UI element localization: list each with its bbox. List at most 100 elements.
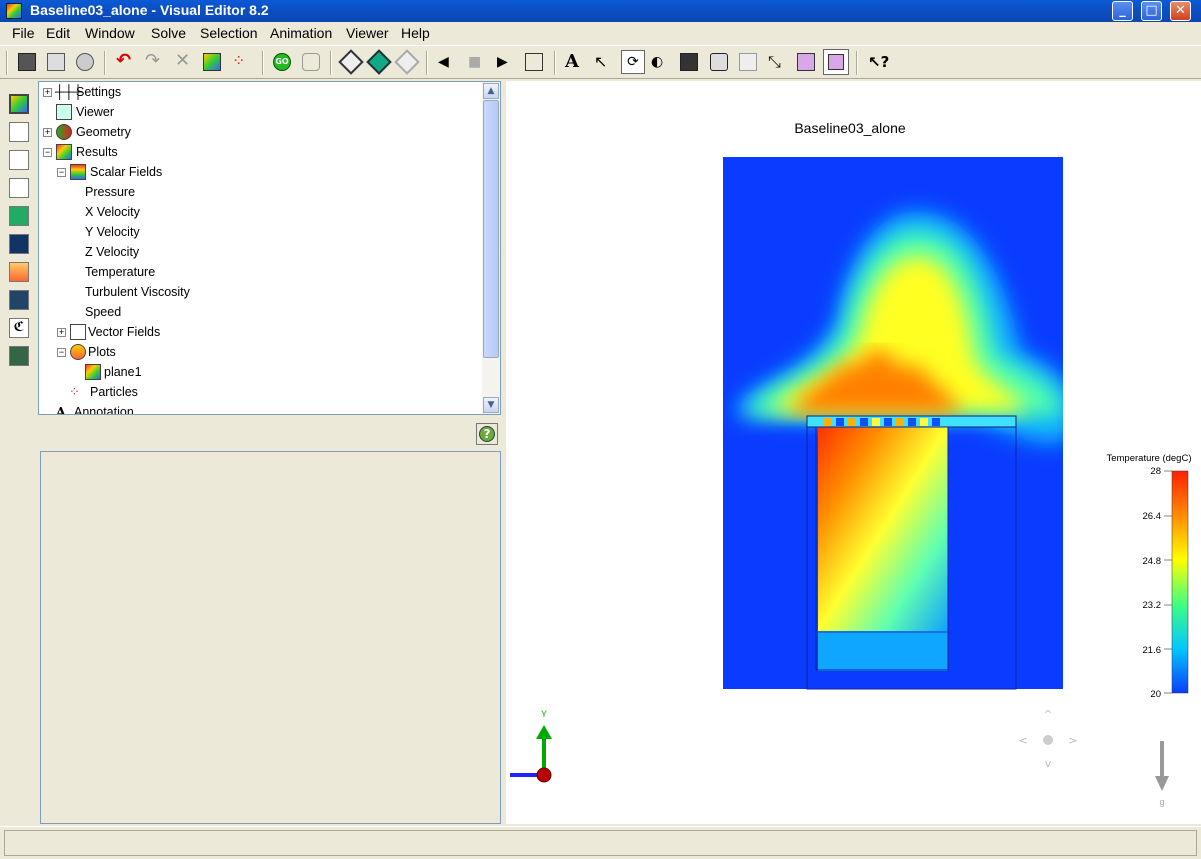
add-text-icon[interactable]: A	[565, 53, 583, 71]
toolbar-separator	[856, 51, 858, 75]
menu-edit[interactable]: Edit	[46, 25, 70, 41]
look-icon[interactable]: ◐	[651, 53, 669, 71]
results-icon	[56, 144, 72, 160]
box-view-icon[interactable]	[823, 49, 849, 75]
tree-icon[interactable]	[9, 206, 29, 226]
tree-item-temperature[interactable]: Temperature	[85, 263, 155, 281]
legend-tick: 26.4	[1143, 511, 1162, 522]
pan-right-icon[interactable]: >	[1068, 734, 1077, 747]
undo-icon[interactable]: ↶	[116, 52, 138, 71]
menu-window[interactable]: Window	[85, 25, 135, 41]
tree-item-speed[interactable]: Speed	[85, 303, 121, 321]
maximize-button[interactable]: □	[1141, 1, 1162, 21]
axis-triad: Y	[510, 709, 552, 783]
measure-icon[interactable]: ⤡	[768, 53, 786, 71]
save-icon[interactable]	[18, 53, 36, 71]
geometry-icon	[56, 124, 72, 140]
tree-item-z-velocity[interactable]: Z Velocity	[85, 243, 139, 261]
view-wire-icon[interactable]	[394, 49, 420, 75]
box-icon[interactable]	[797, 53, 815, 71]
pan-up-icon[interactable]: ^	[1043, 708, 1052, 721]
minimize-button[interactable]: _	[1112, 1, 1133, 21]
tree-item-turbulent-viscosity[interactable]: Turbulent Viscosity	[85, 283, 190, 301]
select-pointer-icon[interactable]: ↖	[594, 53, 612, 71]
view-fit-icon[interactable]	[338, 49, 364, 75]
delete-icon[interactable]: ✕	[175, 52, 193, 71]
toolbar-grip	[6, 51, 8, 75]
tree-item-y-velocity[interactable]: Y Velocity	[85, 223, 140, 241]
navigation-pad[interactable]: ^ < > v	[1018, 708, 1077, 770]
viewer-svg: Baseline03_alone Temperature (degC) 28 2…	[510, 120, 1192, 807]
tree-label: Temperature	[85, 265, 156, 279]
help-icon: ?	[479, 426, 495, 442]
tree-item-pressure[interactable]: Pressure	[85, 183, 135, 201]
tree-label: Turbulent Viscosity	[85, 285, 190, 299]
toolbar-separator	[426, 51, 428, 75]
menu-bar: File Edit Window Solve Selection Animati…	[0, 22, 1201, 44]
scroll-up-button[interactable]: ▲	[483, 83, 499, 99]
viewer-icon	[56, 104, 72, 120]
collapse-toggle[interactable]: −	[43, 148, 52, 157]
expand-toggle[interactable]: +	[43, 128, 52, 137]
xy-plot-icon[interactable]	[9, 234, 29, 254]
go-icon[interactable]: GO	[273, 53, 291, 71]
legend-tick: 21.6	[1143, 645, 1162, 656]
menu-viewer[interactable]: Viewer	[346, 25, 389, 41]
step-back-icon[interactable]: ◀	[438, 53, 456, 71]
pan-left-icon[interactable]: <	[1018, 734, 1027, 747]
film-icon[interactable]	[739, 53, 757, 71]
expand-toggle[interactable]: +	[57, 328, 66, 337]
menu-solve[interactable]: Solve	[151, 25, 186, 41]
play-icon[interactable]: ▶	[497, 53, 515, 71]
plane-icon	[85, 364, 101, 380]
pan-down-icon[interactable]: v	[1045, 757, 1052, 770]
pan-center-icon[interactable]	[1043, 735, 1053, 745]
legend-colorbar	[1171, 470, 1189, 694]
scroll-down-button[interactable]: ▼	[483, 397, 499, 413]
plot-title: Baseline03_alone	[794, 120, 906, 136]
temperature-legend: Temperature (degC) 28 26.4 24.8 23.2 21.…	[1106, 453, 1191, 700]
scroll-thumb[interactable]	[483, 100, 499, 358]
stop-solve-icon[interactable]	[302, 53, 320, 71]
toolbar-separator	[554, 51, 556, 75]
table-icon[interactable]	[9, 122, 29, 142]
snapshot-icon[interactable]	[710, 53, 728, 71]
rows-icon[interactable]	[9, 178, 29, 198]
help-button[interactable]: ?	[476, 423, 498, 445]
redo-icon[interactable]: ↷	[145, 52, 167, 71]
columns-icon[interactable]	[9, 150, 29, 170]
plots-panel-icon[interactable]	[9, 94, 29, 114]
curve-plot-icon[interactable]	[9, 262, 29, 282]
camera-record-icon[interactable]	[680, 53, 698, 71]
rotate-icon[interactable]: ⟳	[621, 50, 645, 74]
tree-label: Particles	[90, 385, 138, 399]
menu-selection[interactable]: Selection	[200, 25, 258, 41]
toolbar-separator	[104, 51, 106, 75]
expand-toggle[interactable]: +	[43, 88, 52, 97]
script-icon[interactable]: ℭ	[9, 318, 29, 338]
tree-scrollbar[interactable]: ▲ ▼	[482, 82, 500, 414]
legend-tick: 23.2	[1143, 600, 1162, 611]
stop-icon[interactable]: ■	[468, 53, 486, 71]
panel-icon[interactable]	[9, 346, 29, 366]
temperature-contour-plot	[723, 157, 1063, 690]
collapse-toggle[interactable]: −	[57, 348, 66, 357]
new-plot-icon[interactable]	[203, 53, 221, 71]
menu-animation[interactable]: Animation	[270, 25, 332, 41]
menu-help[interactable]: Help	[401, 25, 430, 41]
viewer-canvas[interactable]: Baseline03_alone Temperature (degC) 28 2…	[506, 81, 1201, 824]
menu-file[interactable]: File	[12, 25, 35, 41]
collapse-toggle[interactable]: −	[57, 168, 66, 177]
record-frames-icon[interactable]	[525, 53, 543, 71]
context-help-icon[interactable]: ↖?	[868, 53, 889, 71]
sensor-icon[interactable]	[9, 290, 29, 310]
print-preview-icon[interactable]	[76, 53, 94, 71]
vector-fields-icon	[70, 324, 86, 340]
print-icon[interactable]	[47, 53, 65, 71]
close-button[interactable]: ✕	[1170, 1, 1191, 21]
new-particles-icon[interactable]: ⁘	[232, 53, 250, 71]
annotation-icon: A	[56, 404, 66, 415]
tree-label: Speed	[85, 305, 122, 319]
view-shaded-icon[interactable]	[366, 49, 392, 75]
tree-item-x-velocity[interactable]: X Velocity	[85, 203, 140, 221]
